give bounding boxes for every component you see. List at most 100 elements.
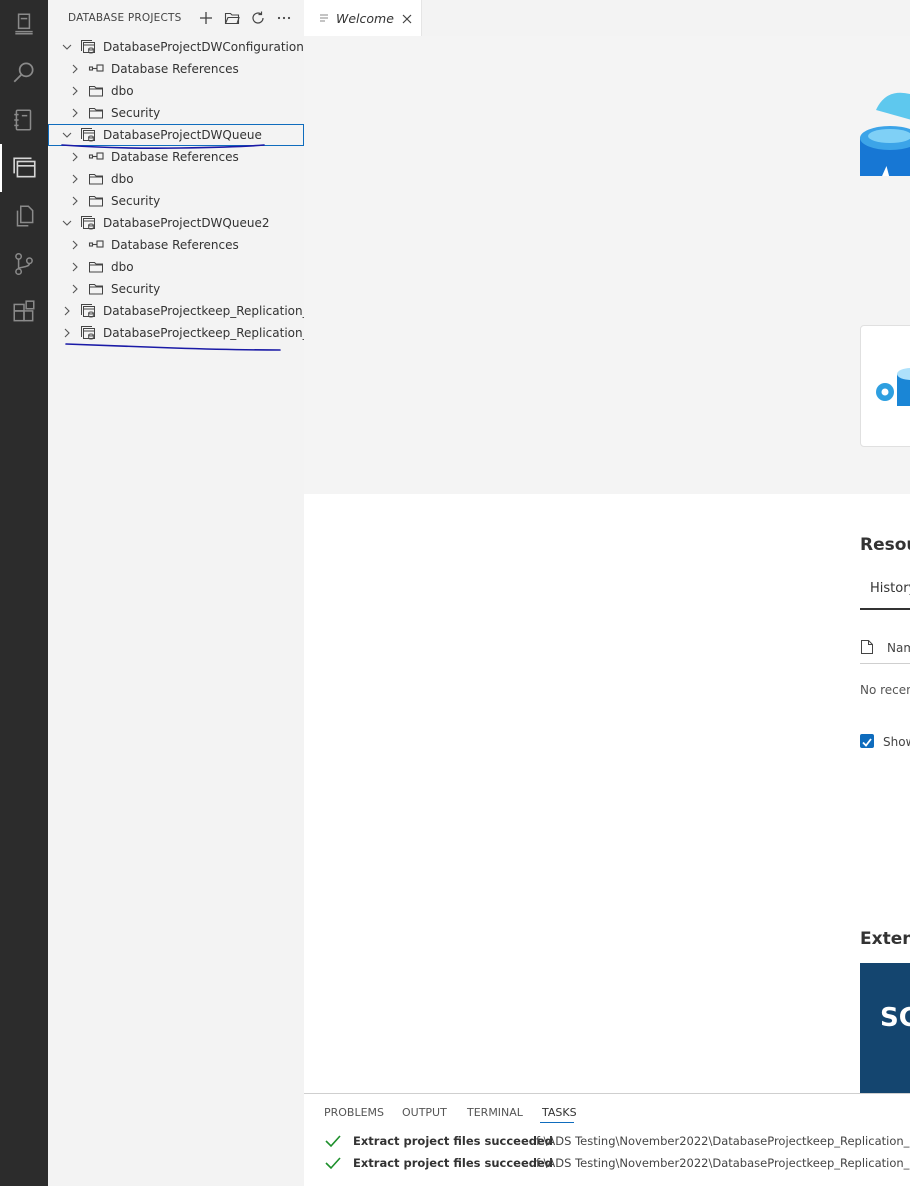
tab-tasks[interactable]: TASKS: [542, 1106, 577, 1119]
welcome-page: Resou History Nam No recent Show Extens …: [304, 36, 910, 1093]
chevron-down-icon[interactable]: [60, 39, 74, 53]
chevron-right-icon[interactable]: [68, 171, 82, 185]
tree-item-folder[interactable]: Security: [48, 102, 304, 124]
chevron-right-icon[interactable]: [68, 83, 82, 97]
tree-item-label: dbo: [111, 260, 134, 274]
task-row[interactable]: Extract project files succeeded f:\ADS T…: [304, 1153, 910, 1173]
folder-icon: [88, 281, 104, 297]
name-column-header[interactable]: Nam: [887, 641, 910, 655]
tree-item-label: Database References: [111, 150, 239, 164]
tab-welcome[interactable]: Welcome: [304, 0, 422, 36]
deploy-card[interactable]: [860, 325, 910, 447]
chevron-right-icon[interactable]: [68, 193, 82, 207]
project-tree: DatabaseProjectDWConfiguration Database …: [48, 36, 320, 344]
show-welcome-checkbox[interactable]: [860, 734, 874, 748]
tab-terminal[interactable]: TERMINAL: [467, 1106, 523, 1119]
more-icon[interactable]: [271, 8, 297, 28]
tree-item-project[interactable]: DatabaseProjectDWConfiguration: [48, 36, 304, 58]
database-projects-icon[interactable]: [0, 144, 48, 192]
task-title: Extract project files succeeded: [353, 1134, 554, 1148]
tree-item-folder[interactable]: Security: [48, 278, 304, 300]
tree-item-label: DatabaseProjectDWQueue2: [103, 216, 270, 230]
no-recent-text: No recent: [860, 683, 910, 697]
connections-icon[interactable]: [0, 0, 48, 48]
extension-card[interactable]: SC: [860, 963, 910, 1093]
folder-icon: [88, 259, 104, 275]
welcome-hero: [304, 36, 910, 494]
refresh-icon[interactable]: [245, 8, 271, 28]
chevron-right-icon[interactable]: [68, 259, 82, 273]
tree-item-label: DatabaseProjectDWConfiguration: [103, 40, 304, 54]
show-welcome-label: Show: [883, 735, 910, 749]
tree-item-label: DatabaseProjectkeep_Replication_...: [103, 304, 321, 318]
tree-item-label: Database References: [111, 62, 239, 76]
task-title: Extract project files succeeded: [353, 1156, 554, 1170]
editor-tabbar: Welcome: [304, 0, 910, 36]
tree-item-label: DatabaseProjectDWQueue: [103, 128, 262, 142]
tab-problems[interactable]: PROBLEMS: [324, 1106, 384, 1119]
tree-item-label: Database References: [111, 238, 239, 252]
tree-item-folder[interactable]: dbo: [48, 168, 304, 190]
tree-item-folder[interactable]: dbo: [48, 256, 304, 278]
checkmark-icon: [862, 738, 872, 747]
extensions-icon[interactable]: [0, 288, 48, 336]
tree-item-project[interactable]: DatabaseProjectDWQueue2: [48, 212, 304, 234]
chevron-right-icon[interactable]: [68, 105, 82, 119]
activity-bar: [0, 0, 48, 1186]
tree-item-label: dbo: [111, 84, 134, 98]
tree-item-label: Security: [111, 282, 161, 296]
task-path: f:\ADS Testing\November2022\DatabaseProj…: [536, 1156, 910, 1170]
tab-output[interactable]: OUTPUT: [402, 1106, 447, 1119]
database-project-icon: [80, 215, 96, 231]
references-icon: [88, 237, 104, 253]
tree-item-references[interactable]: Database References: [48, 58, 304, 80]
tab-tasks-underline: [540, 1122, 574, 1123]
chevron-right-icon[interactable]: [68, 281, 82, 295]
chevron-down-icon[interactable]: [60, 215, 74, 229]
tree-item-references[interactable]: Database References: [48, 234, 304, 256]
chevron-down-icon[interactable]: [60, 127, 74, 141]
tree-item-project-selected[interactable]: DatabaseProjectDWQueue: [48, 124, 304, 146]
new-project-icon[interactable]: [193, 8, 219, 28]
tree-item-label: DatabaseProjectkeep_Replication_...: [103, 326, 321, 340]
database-project-icon: [80, 325, 96, 341]
explorer-icon[interactable]: [0, 192, 48, 240]
chevron-right-icon[interactable]: [60, 325, 74, 339]
database-project-icon: [80, 303, 96, 319]
database-project-icon: [80, 39, 96, 55]
folder-icon: [88, 193, 104, 209]
chevron-right-icon[interactable]: [60, 303, 74, 317]
preview-icon: [318, 11, 332, 25]
search-icon[interactable]: [0, 48, 48, 96]
tab-label: Welcome: [336, 11, 394, 26]
tree-item-folder[interactable]: dbo: [48, 80, 304, 102]
file-icon: [861, 640, 873, 654]
folder-icon: [88, 171, 104, 187]
resources-title: Resou: [860, 535, 910, 555]
source-control-icon[interactable]: [0, 240, 48, 288]
sidebar-header: DATABASE PROJECTS: [48, 0, 304, 36]
references-icon: [88, 61, 104, 77]
tree-item-project[interactable]: DatabaseProjectkeep_Replication_...: [48, 300, 320, 322]
extensions-title: Extens: [860, 929, 910, 949]
sidebar-actions: [193, 8, 297, 28]
extension-card-text: SC: [880, 1003, 910, 1033]
tree-item-project[interactable]: DatabaseProjectkeep_Replication_...: [48, 322, 320, 344]
chevron-right-icon[interactable]: [68, 149, 82, 163]
folder-icon: [88, 83, 104, 99]
chevron-right-icon[interactable]: [68, 61, 82, 75]
database-project-icon: [80, 127, 96, 143]
tab-history-underline: [860, 608, 910, 610]
success-check-icon: [325, 1135, 341, 1148]
tab-history[interactable]: History: [870, 581, 910, 596]
success-check-icon: [325, 1157, 341, 1170]
open-project-icon[interactable]: [219, 8, 245, 28]
task-row[interactable]: Extract project files succeeded f:\ADS T…: [304, 1131, 910, 1151]
tree-item-folder[interactable]: Security: [48, 190, 304, 212]
close-icon[interactable]: [400, 11, 414, 25]
tree-item-label: dbo: [111, 172, 134, 186]
chevron-right-icon[interactable]: [68, 237, 82, 251]
references-icon: [88, 149, 104, 165]
notebooks-icon[interactable]: [0, 96, 48, 144]
tree-item-references[interactable]: Database References: [48, 146, 304, 168]
